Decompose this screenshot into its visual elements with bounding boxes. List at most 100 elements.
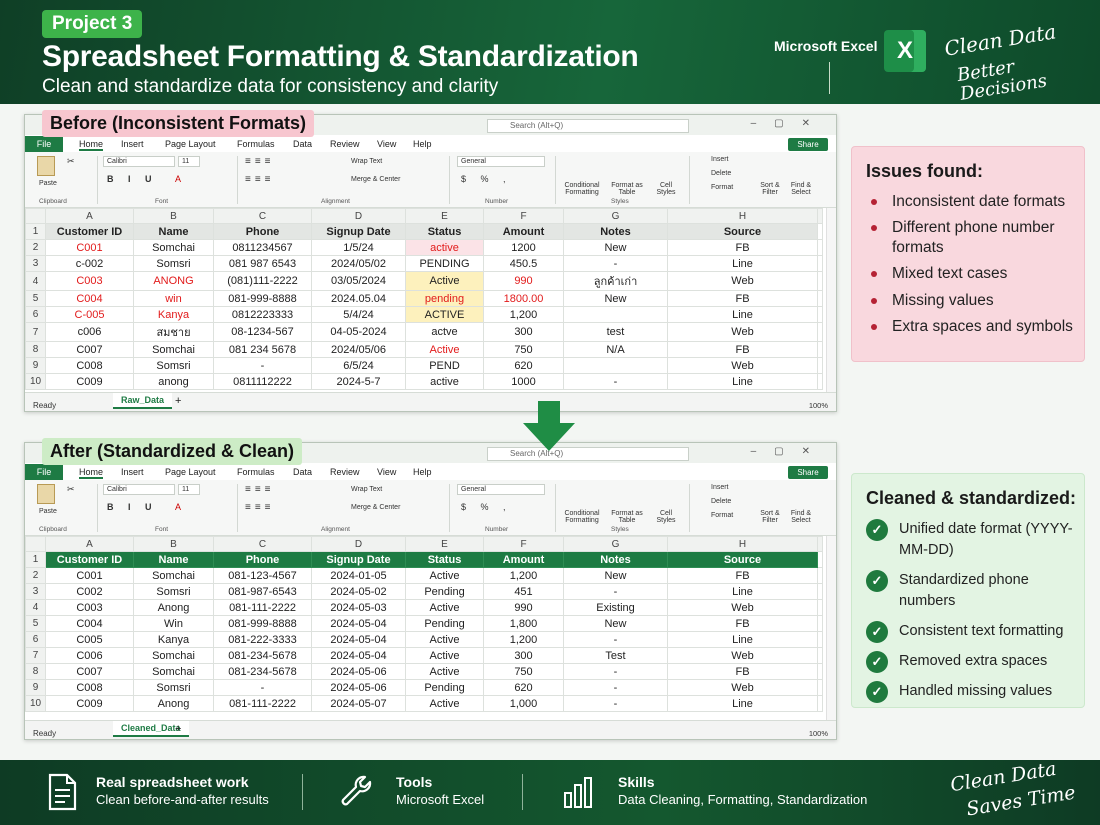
header-cell[interactable]: Signup Date — [311, 223, 406, 240]
tab-data[interactable]: Data — [293, 467, 312, 477]
cell[interactable]: Line — [667, 631, 818, 648]
cell[interactable]: 300 — [483, 647, 564, 664]
format-as-table-button[interactable]: Format as Table — [607, 182, 647, 196]
column-header[interactable]: G — [563, 536, 668, 552]
column-header[interactable]: C — [213, 208, 312, 224]
column-header[interactable]: E — [405, 536, 484, 552]
cell[interactable]: C004 — [45, 615, 134, 632]
tab-formulas[interactable]: Formulas — [237, 467, 275, 477]
cell[interactable]: New — [563, 290, 668, 307]
row-number[interactable]: 1 — [25, 551, 46, 568]
cell[interactable]: 1/5/24 — [311, 239, 406, 256]
cell[interactable]: ACTIVE — [405, 306, 484, 323]
vertical-scrollbar[interactable] — [826, 536, 836, 720]
tab-file[interactable]: File — [25, 464, 63, 480]
cell[interactable]: Somsri — [133, 583, 214, 600]
cell[interactable]: C006 — [45, 647, 134, 664]
cell[interactable]: ANONG — [133, 271, 214, 291]
paste-button[interactable]: Paste — [39, 508, 57, 515]
cell[interactable]: 451 — [483, 583, 564, 600]
corner-cell[interactable] — [25, 208, 46, 224]
cell[interactable]: C001 — [45, 567, 134, 584]
cell[interactable]: 0811112222 — [213, 373, 312, 390]
cell[interactable]: C008 — [45, 357, 134, 374]
row-number[interactable]: 6 — [25, 631, 46, 648]
cell[interactable]: Web — [667, 271, 818, 291]
cell-styles-button[interactable]: Cell Styles — [651, 182, 681, 196]
row-number[interactable]: 8 — [25, 341, 46, 358]
cell[interactable]: Line — [667, 583, 818, 600]
header-cell[interactable]: Notes — [563, 551, 668, 568]
paste-button[interactable]: Paste — [39, 180, 57, 187]
column-header[interactable]: A — [45, 536, 134, 552]
cell[interactable]: - — [563, 663, 668, 680]
row-number[interactable]: 3 — [25, 255, 46, 272]
cell[interactable]: 081-111-2222 — [213, 599, 312, 616]
window-controls[interactable]: –▢✕ — [751, 446, 828, 457]
font-select[interactable]: Calibri — [103, 156, 175, 167]
cell[interactable]: 620 — [483, 679, 564, 696]
column-header[interactable]: F — [483, 536, 564, 552]
cell[interactable]: Somsri — [133, 679, 214, 696]
row-number[interactable]: 10 — [25, 373, 46, 390]
cell[interactable]: Web — [667, 357, 818, 374]
cell[interactable]: 1,200 — [483, 306, 564, 323]
cell[interactable]: Win — [133, 615, 214, 632]
cell[interactable]: C-005 — [45, 306, 134, 323]
cell[interactable]: Anong — [133, 695, 214, 712]
format-button[interactable]: Format — [711, 512, 733, 519]
header-cell[interactable]: Customer ID — [45, 551, 134, 568]
cell[interactable]: 081-111-2222 — [213, 695, 312, 712]
cell[interactable]: N/A — [563, 341, 668, 358]
tab-insert[interactable]: Insert — [121, 467, 144, 477]
cell[interactable]: 081 987 6543 — [213, 255, 312, 272]
cell[interactable]: C005 — [45, 631, 134, 648]
cell[interactable]: PEND — [405, 357, 484, 374]
wrap-text-button[interactable]: Wrap Text — [351, 486, 382, 493]
cell[interactable]: 2024-01-05 — [311, 567, 406, 584]
tab-formulas[interactable]: Formulas — [237, 139, 275, 149]
cell[interactable]: Line — [667, 306, 818, 323]
align-icons-row2[interactable]: ≡≡≡ — [245, 502, 275, 513]
zoom-level[interactable]: 100% — [809, 729, 828, 738]
header-cell[interactable]: Source — [667, 551, 818, 568]
cell[interactable]: C008 — [45, 679, 134, 696]
cell[interactable] — [563, 357, 668, 374]
format-as-table-button[interactable]: Format as Table — [607, 510, 647, 524]
cell[interactable]: 2024-05-04 — [311, 631, 406, 648]
tab-page-layout[interactable]: Page Layout — [165, 467, 216, 477]
row-number[interactable]: 2 — [25, 239, 46, 256]
cell[interactable]: 04-05-2024 — [311, 322, 406, 342]
cell[interactable]: Web — [667, 322, 818, 342]
align-icons[interactable]: ≡≡≡ — [245, 484, 275, 495]
tab-review[interactable]: Review — [330, 467, 360, 477]
row-number[interactable]: 4 — [25, 599, 46, 616]
cell[interactable]: - — [563, 679, 668, 696]
cell[interactable]: 081-999-8888 — [213, 290, 312, 307]
cell[interactable]: active — [405, 239, 484, 256]
cell[interactable]: 1800.00 — [483, 290, 564, 307]
cell[interactable]: Line — [667, 373, 818, 390]
zoom-level[interactable]: 100% — [809, 401, 828, 410]
cell[interactable]: 08-1234-567 — [213, 322, 312, 342]
row-number[interactable]: 5 — [25, 290, 46, 307]
tab-insert[interactable]: Insert — [121, 139, 144, 149]
cell[interactable]: C007 — [45, 663, 134, 680]
cell[interactable]: New — [563, 615, 668, 632]
number-format-icons[interactable]: $ % , — [461, 502, 512, 512]
cell[interactable]: anong — [133, 373, 214, 390]
cell[interactable]: 300 — [483, 322, 564, 342]
add-sheet-icon[interactable]: + — [175, 723, 181, 735]
align-icons[interactable]: ≡≡≡ — [245, 156, 275, 167]
corner-cell[interactable] — [25, 536, 46, 552]
cell[interactable]: FB — [667, 239, 818, 256]
cell[interactable]: - — [213, 679, 312, 696]
row-number[interactable]: 8 — [25, 663, 46, 680]
font-color-icon[interactable]: A — [175, 502, 181, 512]
header-cell[interactable]: Status — [405, 551, 484, 568]
font-size-select[interactable]: 11 — [178, 156, 200, 167]
format-buttons[interactable]: B I U — [107, 174, 158, 184]
tab-data[interactable]: Data — [293, 139, 312, 149]
cell[interactable]: 750 — [483, 341, 564, 358]
tab-home[interactable]: Home — [79, 467, 104, 479]
